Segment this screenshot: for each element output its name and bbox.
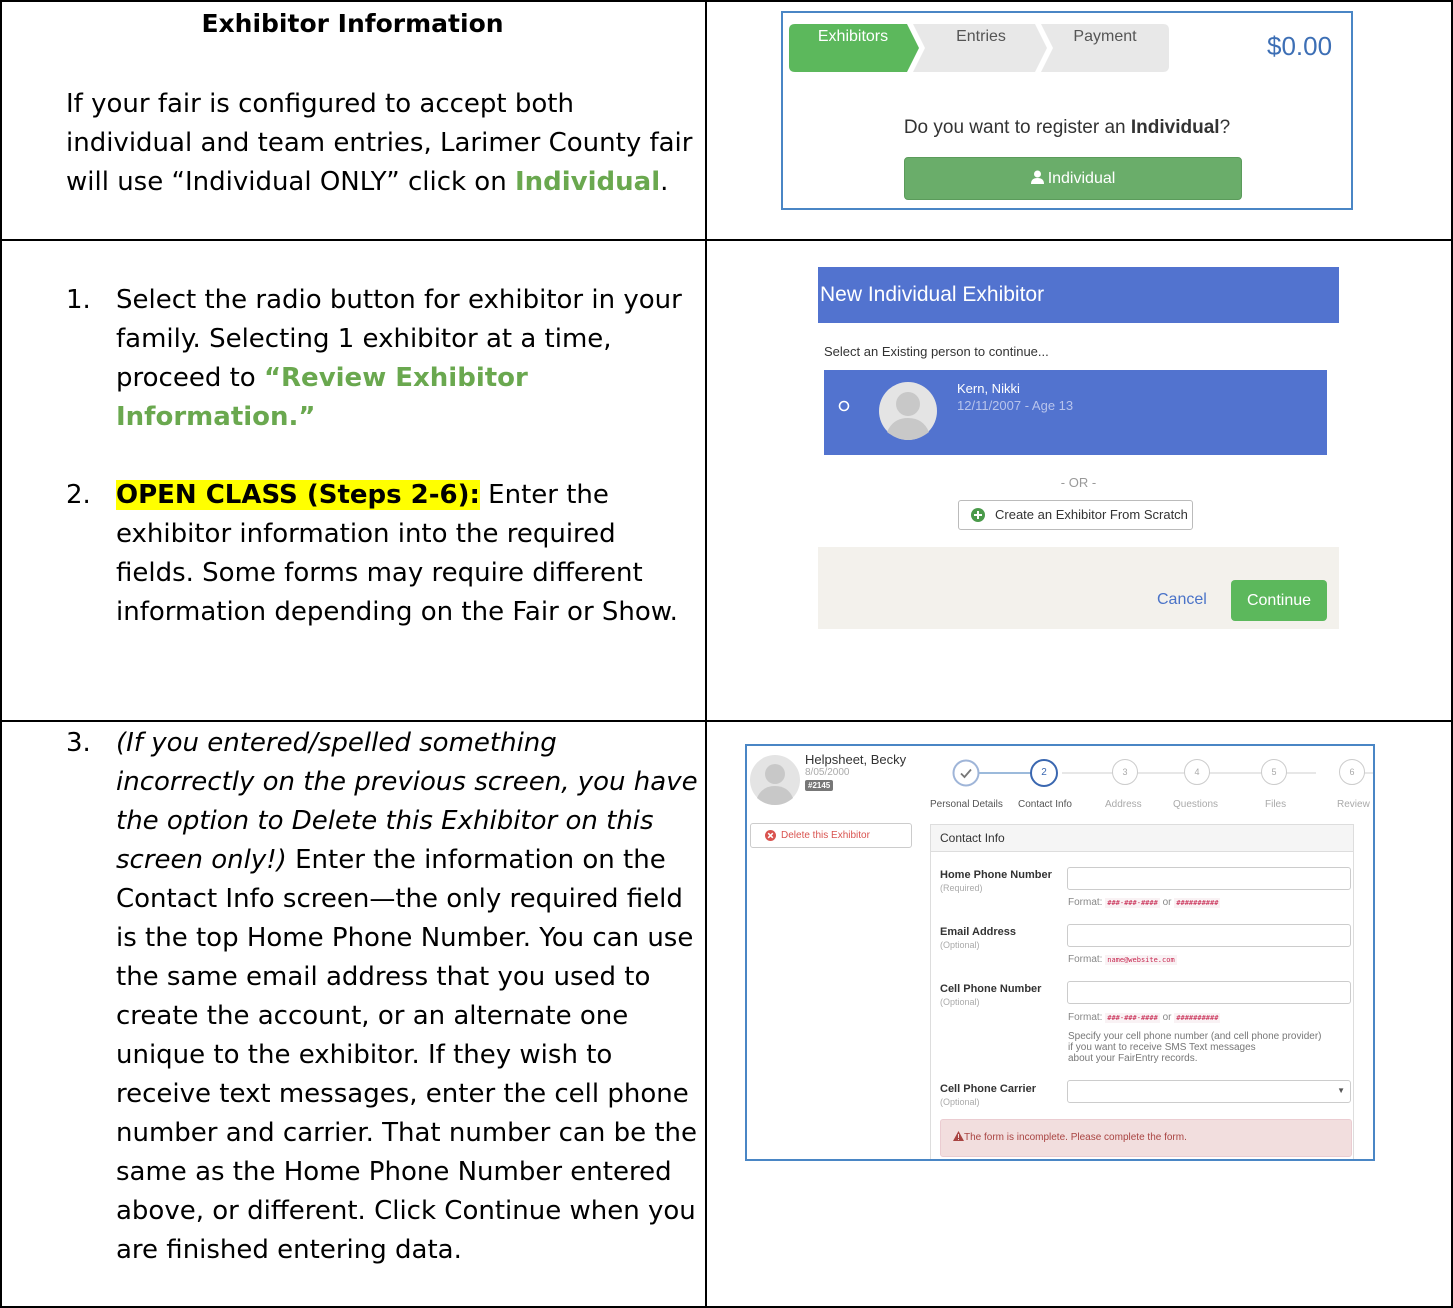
individual-button-label: Individual bbox=[1047, 170, 1116, 187]
individual-button[interactable]: Individual bbox=[904, 157, 1242, 200]
wizard-step-5[interactable]: 5 bbox=[1261, 759, 1287, 785]
cell-phone-optional: (Optional) bbox=[940, 997, 980, 1007]
continue-button[interactable]: Continue bbox=[1231, 580, 1327, 621]
question-text: Do you want to register an bbox=[903, 117, 1131, 138]
person-name: Kern, Nikki bbox=[957, 381, 1020, 396]
email-label: Email Address bbox=[940, 926, 1017, 938]
intro-period: . bbox=[660, 167, 669, 197]
avatar-icon bbox=[750, 755, 800, 805]
new-exhibitor-screenshot: New Individual Exhibitor Select an Exist… bbox=[818, 267, 1339, 629]
column-divider bbox=[705, 0, 707, 1308]
list-item-2: OPEN CLASS (Steps 2-6): Enter the exhibi… bbox=[116, 476, 698, 632]
open-class-highlight: OPEN CLASS (Steps 2-6): bbox=[116, 480, 480, 510]
user-icon bbox=[1030, 170, 1044, 184]
wizard-label-review[interactable]: Review bbox=[1337, 799, 1370, 810]
wizard-label-contact[interactable]: Contact Info bbox=[1018, 799, 1072, 810]
delete-exhibitor-label: Delete this Exhibitor bbox=[781, 830, 870, 841]
incomplete-form-alert: The form is incomplete. Please complete … bbox=[940, 1119, 1352, 1157]
create-from-scratch-button[interactable]: Create an Exhibitor From Scratch bbox=[958, 500, 1193, 530]
list-number-1: 1. bbox=[66, 285, 91, 315]
wizard-label-personal[interactable]: Personal Details bbox=[930, 799, 1003, 810]
format-word: Format: bbox=[1068, 954, 1103, 965]
alert-text: The form is incomplete. Please complete … bbox=[964, 1132, 1187, 1143]
email-input[interactable] bbox=[1067, 924, 1351, 947]
wizard-track bbox=[978, 772, 1373, 774]
wizard-label-address[interactable]: Address bbox=[1105, 799, 1142, 810]
format-word: Format: bbox=[1068, 897, 1103, 908]
carrier-label: Cell Phone Carrier bbox=[940, 1083, 1036, 1095]
or-word: or bbox=[1162, 1012, 1172, 1023]
list-number-3: 3. bbox=[66, 728, 91, 758]
plus-circle-icon bbox=[971, 508, 985, 522]
step-exhibitors[interactable]: Exhibitors bbox=[789, 13, 917, 61]
step-entries[interactable]: Entries bbox=[919, 13, 1043, 61]
document-page: Exhibitor Information If your fair is co… bbox=[0, 0, 1453, 1308]
cell-phone-label: Cell Phone Number bbox=[940, 983, 1042, 995]
wizard-step-4[interactable]: 4 bbox=[1184, 759, 1210, 785]
home-phone-label: Home Phone Number bbox=[940, 869, 1052, 881]
registration-screenshot: Exhibitors Entries Payment $0.00 Do you … bbox=[781, 11, 1353, 210]
carrier-select[interactable]: ▼ bbox=[1067, 1080, 1351, 1103]
intro-paragraph: If your fair is configured to accept bot… bbox=[66, 85, 698, 202]
cancel-link[interactable]: Cancel bbox=[1157, 591, 1207, 609]
cell-help-line-2: if you want to receive SMS Text messages bbox=[1068, 1042, 1256, 1053]
list-item-3: (If you entered/spelled something incorr… bbox=[116, 724, 698, 1270]
step-payment[interactable]: Payment bbox=[1045, 13, 1165, 61]
cart-total: $0.00 bbox=[1267, 31, 1333, 61]
email-format: Format: name@website.com bbox=[1068, 954, 1177, 965]
delete-exhibitor-button[interactable]: Delete this Exhibitor bbox=[750, 823, 912, 848]
exhibitor-dob: 8/05/2000 bbox=[805, 767, 850, 778]
or-divider: - OR - bbox=[1060, 475, 1097, 490]
email-format-example: name@website.com bbox=[1105, 955, 1177, 965]
phone-format-b: ########## bbox=[1174, 898, 1221, 908]
remove-circle-icon bbox=[765, 830, 776, 841]
section-title: Contact Info bbox=[940, 831, 1005, 845]
home-phone-required: (Required) bbox=[940, 883, 983, 893]
row-divider-2 bbox=[0, 720, 1453, 722]
list-number-2: 2. bbox=[66, 480, 91, 510]
question-mark: ? bbox=[1219, 117, 1231, 138]
register-question: Do you want to register an Individual? bbox=[783, 117, 1351, 139]
wizard-label-files[interactable]: Files bbox=[1265, 799, 1286, 810]
row-divider-1 bbox=[0, 239, 1453, 241]
email-optional: (Optional) bbox=[940, 940, 980, 950]
carrier-optional: (Optional) bbox=[940, 1097, 980, 1107]
cell-help-line-1: Specify your cell phone number (and cell… bbox=[1068, 1031, 1322, 1042]
cell-phone-format: Format: ###-###-#### or ########## bbox=[1068, 1012, 1221, 1023]
modal-title: New Individual Exhibitor bbox=[818, 267, 1339, 323]
chevron-down-icon: ▼ bbox=[1337, 1086, 1345, 1095]
wizard-step-3[interactable]: 3 bbox=[1112, 759, 1138, 785]
exhibitor-name: Helpsheet, Becky bbox=[805, 752, 907, 767]
table-border-top bbox=[0, 0, 1453, 2]
cell-help-line-3: about your FairEntry records. bbox=[1068, 1053, 1198, 1064]
wizard-label-questions[interactable]: Questions bbox=[1173, 799, 1218, 810]
wizard-step-2[interactable]: 2 bbox=[1030, 759, 1058, 787]
phone-format-b: ########## bbox=[1174, 1013, 1221, 1023]
exhibitor-id-badge: #2145 bbox=[805, 780, 834, 791]
person-meta: 12/11/2007 - Age 13 bbox=[957, 398, 1074, 413]
phone-format-a: ###-###-#### bbox=[1105, 1013, 1160, 1023]
list-item-1: Select the radio button for exhibitor in… bbox=[116, 281, 698, 437]
cell-phone-help: Specify your cell phone number (and cell… bbox=[1068, 1031, 1321, 1064]
wizard-step-6[interactable]: 6 bbox=[1339, 759, 1365, 785]
table-border-left bbox=[0, 0, 2, 1308]
avatar-icon bbox=[879, 382, 937, 440]
section-heading: Exhibitor Information bbox=[201, 9, 504, 38]
warning-icon bbox=[953, 1131, 964, 1141]
home-phone-format: Format: ###-###-#### or ########## bbox=[1068, 897, 1221, 908]
home-phone-input[interactable] bbox=[1067, 867, 1351, 890]
contact-info-screenshot: Helpsheet, Becky 8/05/2000 #2145 Delete … bbox=[745, 744, 1375, 1161]
item3-text: Enter the information on the Contact Inf… bbox=[116, 845, 698, 1265]
check-icon[interactable] bbox=[952, 759, 980, 787]
scratch-button-label: Create an Exhibitor From Scratch bbox=[995, 507, 1188, 522]
select-instruction: Select an Existing person to continue... bbox=[824, 344, 1049, 359]
question-bold: Individual bbox=[1130, 117, 1220, 138]
radio-icon[interactable] bbox=[838, 400, 850, 412]
phone-format-a: ###-###-#### bbox=[1105, 898, 1160, 908]
or-word: or bbox=[1162, 897, 1172, 908]
format-word: Format: bbox=[1068, 1012, 1103, 1023]
individual-link-text: Individual bbox=[514, 167, 661, 197]
existing-person-row[interactable]: Kern, Nikki 12/11/2007 - Age 13 bbox=[824, 370, 1327, 455]
cell-phone-input[interactable] bbox=[1067, 981, 1351, 1004]
